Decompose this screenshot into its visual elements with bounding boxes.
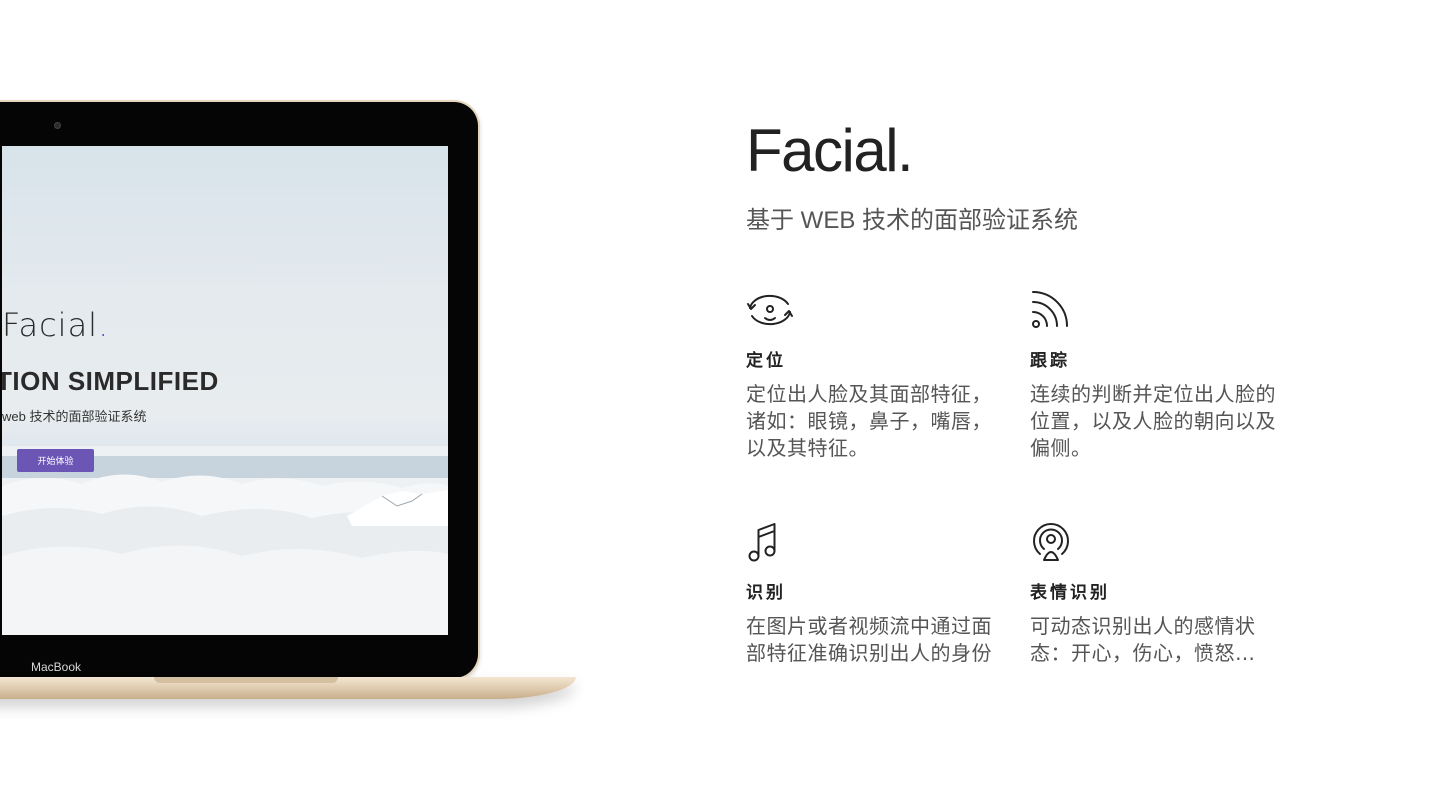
laptop-lid: Facial. TION SIMPLIFIED web 技术的面部验证系统 开始… (0, 100, 480, 680)
screen-brand-logo: Facial. (2, 306, 110, 344)
feature-description: 可动态识别出人的感情状态：开心，伤心，愤怒… (1030, 614, 1256, 665)
screen-subtitle: web 技术的面部验证系统 (2, 409, 147, 424)
feature-emotion: 表情识别 可动态识别出人的感情状态：开心，伤心，愤怒… (1030, 520, 1290, 667)
rotate-face-icon (747, 294, 793, 326)
feature-description: 定位出人脸及其面部特征，诸如：眼镜，鼻子，嘴唇，以及其特征。 (746, 382, 992, 460)
page-subtitle: 基于 WEB 技术的面部验证系统 (746, 207, 1079, 234)
laptop-notch (154, 677, 338, 683)
feature-title: 定位 (746, 351, 786, 371)
feature-recognize: 识别 在图片或者视频流中通过面部特征准确识别出人的身份 (746, 520, 1006, 667)
macbook-label: MacBook (31, 660, 82, 674)
signal-tracking-icon (1032, 291, 1068, 328)
feature-track: 跟踪 连续的判断并定位出人脸的位置，以及人脸的朝向以及偏侧。 (1030, 288, 1290, 462)
feature-locate: 定位 定位出人脸及其面部特征，诸如：眼镜，鼻子，嘴唇，以及其特征。 (746, 288, 1006, 462)
start-experience-button[interactable]: 开始体验 (17, 449, 94, 472)
music-note-icon (748, 523, 776, 562)
camera-icon (54, 122, 61, 129)
laptop-base (0, 677, 576, 699)
laptop-screen: Facial. TION SIMPLIFIED web 技术的面部验证系统 开始… (2, 146, 448, 635)
laptop-chin: MacBook (2, 657, 436, 677)
feature-title: 表情识别 (1030, 583, 1110, 603)
feature-description: 连续的判断并定位出人脸的位置，以及人脸的朝向以及偏侧。 (1030, 382, 1276, 460)
laptop-bezel: Facial. TION SIMPLIFIED web 技术的面部验证系统 开始… (0, 102, 478, 678)
feature-title: 识别 (746, 583, 786, 603)
laptop-mockup: Facial. TION SIMPLIFIED web 技术的面部验证系统 开始… (0, 0, 600, 810)
page-title: Facial. (746, 117, 914, 184)
screen-headline: TION SIMPLIFIED (2, 366, 219, 396)
feature-title: 跟踪 (1030, 351, 1070, 371)
feature-description: 在图片或者视频流中通过面部特征准确识别出人的身份 (746, 614, 992, 665)
podcast-icon (1033, 523, 1069, 561)
clouds-image (2, 446, 448, 635)
